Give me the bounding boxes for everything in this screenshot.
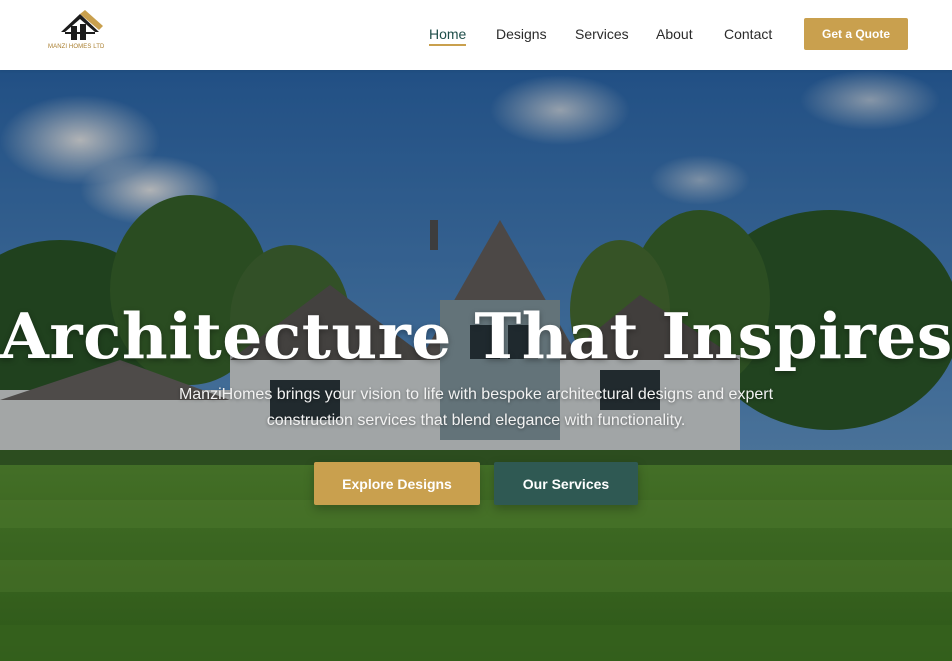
explore-designs-button[interactable]: Explore Designs [314, 462, 480, 505]
get-a-quote-button[interactable]: Get a Quote [804, 18, 908, 50]
hero-title: Architecture That Inspires [0, 299, 952, 373]
nav-services[interactable]: Services [575, 25, 629, 43]
nav-designs[interactable]: Designs [496, 25, 547, 43]
site-header: MANZI HOMES LTD Home Designs Services Ab… [0, 0, 952, 70]
nav-about[interactable]: About [656, 25, 693, 43]
our-services-button[interactable]: Our Services [494, 462, 638, 505]
nav-home[interactable]: Home [429, 25, 467, 46]
nav-contact[interactable]: Contact [724, 25, 772, 43]
hero-section: Architecture That Inspires ManziHomes br… [0, 70, 952, 661]
hero-subtitle: ManziHomes brings your vision to life wi… [178, 386, 774, 429]
